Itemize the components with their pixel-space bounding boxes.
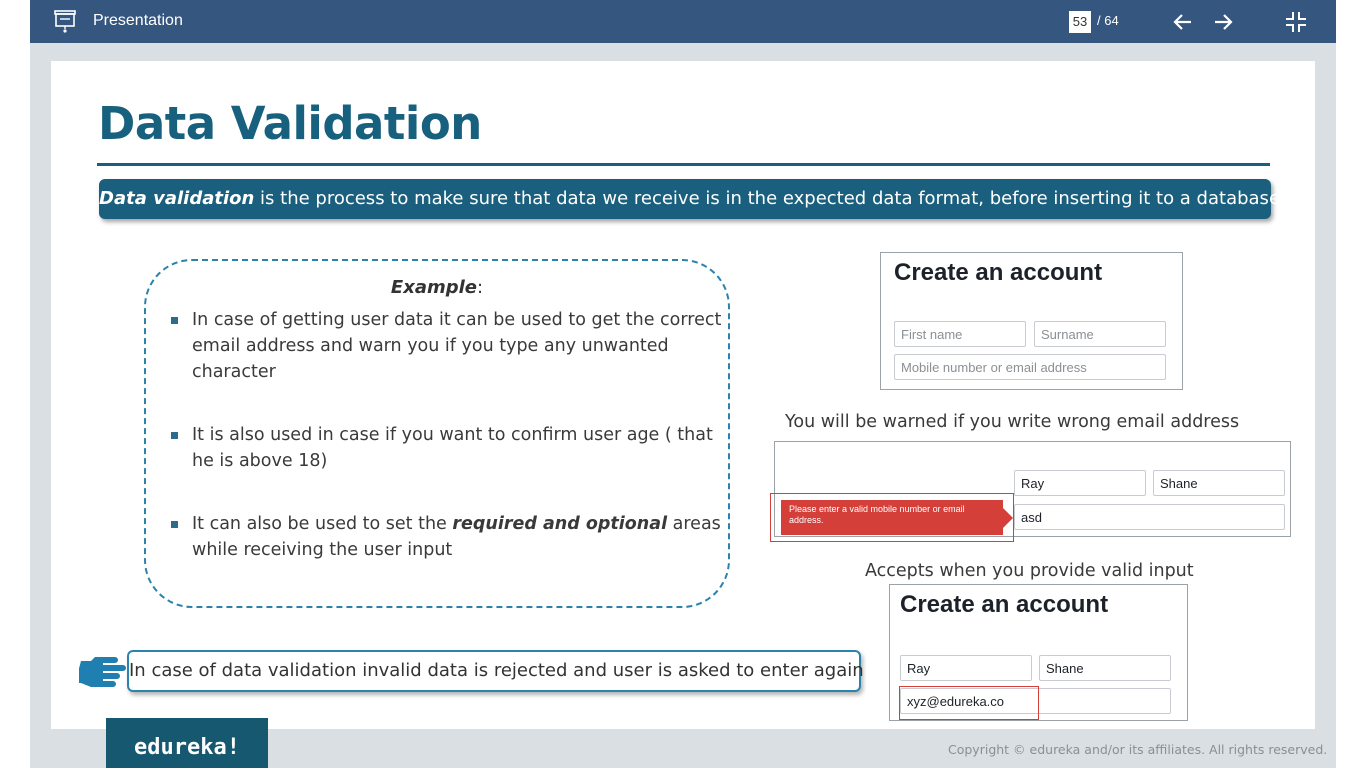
- contact-field[interactable]: Mobile number or email address: [894, 354, 1166, 380]
- surname-field[interactable]: Shane: [1153, 470, 1285, 496]
- exit-fullscreen-icon[interactable]: [1284, 10, 1308, 34]
- edureka-logo: edureka!: [106, 718, 268, 768]
- signup-form-valid: Create an account Ray Shane xyz@edureka.…: [889, 584, 1188, 721]
- error-highlight: [770, 493, 1014, 542]
- form-title: Create an account: [900, 591, 1109, 618]
- signup-form-empty: Create an account First name Surname Mob…: [880, 252, 1183, 390]
- surname-field[interactable]: Shane: [1039, 655, 1171, 681]
- form-title: Create an account: [894, 259, 1103, 286]
- next-page-icon[interactable]: [1211, 10, 1235, 34]
- example-box: Example: In case of getting user data it…: [144, 259, 730, 608]
- first-name-field[interactable]: First name: [894, 321, 1026, 347]
- page-total: / 64: [1097, 13, 1119, 28]
- definition-term: Data validation: [99, 188, 255, 209]
- surname-field[interactable]: Surname: [1034, 321, 1166, 347]
- first-name-field[interactable]: Ray: [900, 655, 1032, 681]
- example-bullet: In case of getting user data it can be u…: [168, 307, 732, 385]
- signup-form-invalid: Ray Shane asd Please enter a valid mobil…: [770, 441, 1291, 542]
- definition-text: is the process to make sure that data we…: [254, 188, 1281, 209]
- toolbar-title: Presentation: [93, 12, 183, 29]
- valid-highlight: [899, 686, 1039, 720]
- previous-page-icon[interactable]: [1171, 10, 1195, 34]
- example-heading: Example:: [390, 277, 484, 298]
- contact-field[interactable]: asd: [1014, 504, 1285, 530]
- pointing-hand-icon: [79, 657, 126, 687]
- key-note: In case of data validation invalid data …: [127, 650, 864, 692]
- slide: Data Validation Data validation is the p…: [51, 61, 1315, 729]
- first-name-field[interactable]: Ray: [1014, 470, 1146, 496]
- slide-title: Data Validation: [98, 97, 482, 150]
- title-underline: [97, 163, 1270, 166]
- page-number-input[interactable]: [1069, 11, 1091, 33]
- viewer-toolbar: Presentation / 64: [30, 0, 1336, 43]
- definition-banner: Data validation is the process to make s…: [99, 179, 1280, 219]
- example-bullet: It can also be used to set the required …: [168, 511, 732, 563]
- example-bullet: It is also used in case if you want to c…: [168, 422, 732, 474]
- copyright-notice: Copyright © edureka and/or its affiliate…: [948, 742, 1328, 757]
- presentation-icon: [54, 10, 76, 33]
- caption-accept: Accepts when you provide valid input: [865, 561, 1194, 581]
- caption-warning: You will be warned if you write wrong em…: [785, 412, 1240, 432]
